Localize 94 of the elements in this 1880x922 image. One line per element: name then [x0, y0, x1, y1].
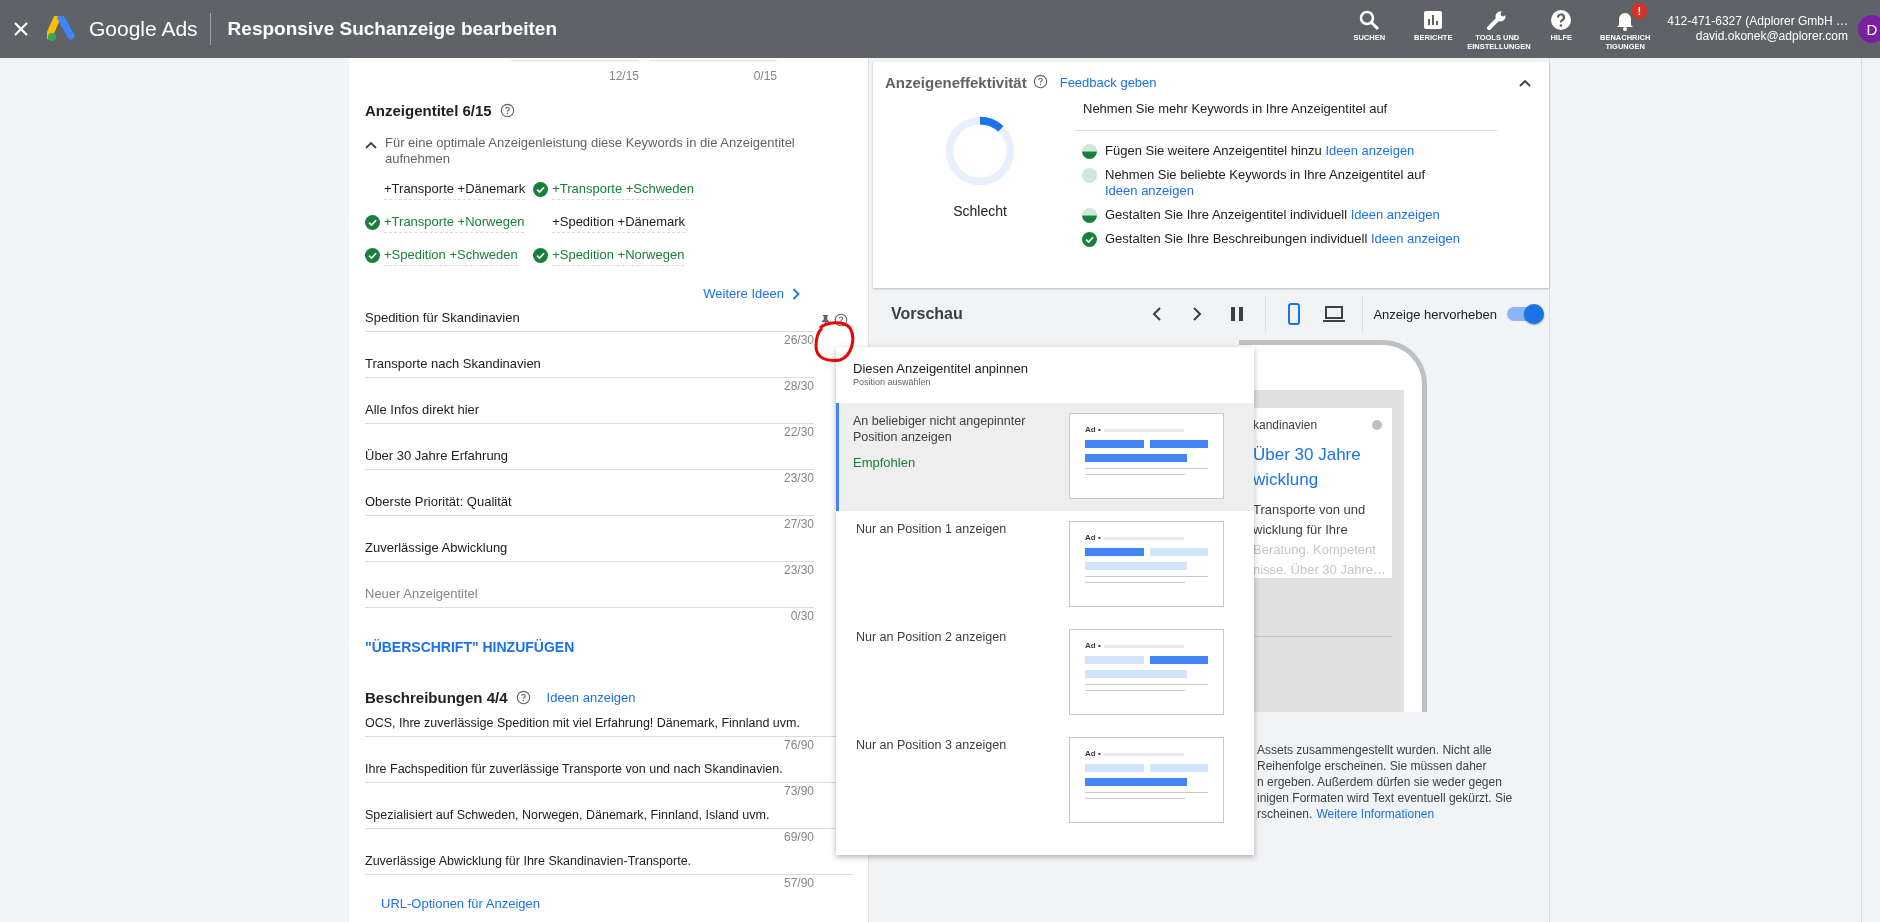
menu-subtitle: Position auswählen: [852, 377, 932, 387]
tip-text: Gestalten Sie Ihre Beschreibungen individuell: [1105, 231, 1368, 246]
ad-headline: Über 30 Jahre: [1253, 444, 1362, 466]
logo-icon: [47, 16, 77, 42]
close-icon[interactable]: [13, 21, 29, 37]
tip-text: Fügen Sie weitere Anzeigentitel hinzu: [1105, 143, 1322, 158]
add-headline-button[interactable]: "ÜBERSCHRIFT" HINZUFÜGEN: [365, 629, 575, 665]
check-icon: [1082, 232, 1097, 247]
keyword-chip[interactable]: +Transporte +Schweden: [552, 179, 695, 200]
keyword-chip[interactable]: +Spedition +Norwegen: [552, 245, 685, 266]
preview-title: Vorschau: [891, 305, 963, 323]
recommended-label: Empfohlen: [853, 455, 917, 470]
character-counter: 12/15: [511, 60, 639, 98]
status-icon: [1082, 168, 1097, 183]
ad-headline: wicklung: [1253, 469, 1320, 491]
note-text: Assets zusammengestellt wurden. Nicht alle: [1257, 742, 1493, 758]
status-icon: [1082, 208, 1097, 223]
character-counter: 28/30: [782, 378, 814, 393]
ideas-link[interactable]: Ideen anzeigen: [1105, 183, 1194, 198]
chevron-icon[interactable]: [365, 141, 377, 149]
character-counter: 27/30: [782, 516, 814, 531]
keyword-chip[interactable]: +Spedition +Dänemark: [552, 212, 686, 233]
headline-field[interactable]: Transporte nach Skandinavien: [365, 347, 814, 378]
character-counter: 23/30: [782, 562, 814, 577]
search-icon: [1357, 8, 1382, 32]
headline-field[interactable]: Zuverlässige Abwicklung: [365, 531, 814, 562]
keyword-hint: Für eine optimale Anzeigenleistung diese Keywords in die Anzeigentitel aufnehmen: [385, 135, 796, 167]
more-info-link[interactable]: Weitere Informationen: [1316, 806, 1435, 822]
rating-label: Schlecht: [953, 203, 1007, 219]
headline-field[interactable]: Neuer Anzeigentitel: [365, 577, 814, 608]
character-counter: 22/30: [782, 424, 814, 439]
keyword-chip[interactable]: +Spedition +Schweden: [384, 245, 518, 266]
character-counter: 0/30: [789, 608, 814, 623]
option-label: Nur an Position 2 anzeigen: [856, 629, 1008, 645]
ideas-link[interactable]: Ideen anzeigen: [1325, 143, 1415, 158]
ad-description: Beratung. Kompetent: [1253, 541, 1377, 559]
highlight-toggle[interactable]: [1507, 307, 1541, 321]
character-counter: 57/90: [782, 875, 814, 890]
ad-description: Transporte von und: [1253, 501, 1367, 519]
headline-field[interactable]: Spedition für Skandinavien: [365, 301, 814, 332]
product-name: Google Ads: [89, 17, 198, 41]
ad-label: Ad •: [1085, 533, 1101, 543]
character-counter: 73/90: [782, 783, 814, 798]
keyword-chip[interactable]: +Transporte +Dänemark: [384, 179, 526, 200]
notification-badge: !: [1631, 3, 1648, 19]
status-icon: [1082, 144, 1097, 159]
option-label: Nur an Position 3 anzeigen: [856, 737, 1008, 753]
ad-url: kandinavien: [1253, 418, 1318, 432]
menu-option[interactable]: Nur an Position 1 anzeigen Ad •: [836, 511, 1254, 619]
help-icon[interactable]: [499, 103, 515, 118]
card-title: Anzeigeneffektivität: [885, 74, 1027, 91]
note-text: rscheinen.: [1257, 806, 1313, 822]
help-icon: [1549, 8, 1574, 32]
menu-option[interactable]: An beliebiger nicht angepinnter Position anzeigen Empfohlen Ad •: [836, 403, 1254, 511]
avatar[interactable]: D: [1858, 15, 1880, 43]
character-counter: 69/90: [782, 829, 814, 844]
more-ideas-link[interactable]: Weitere Ideen: [703, 286, 784, 301]
character-counter: 76/90: [782, 737, 814, 752]
feedback-link[interactable]: Feedback geben: [1059, 75, 1157, 90]
tip-text: Nehmen Sie beliebte Keywords in Ihre Anzeigentitel auf: [1105, 167, 1426, 182]
ad-label: Ad •: [1085, 425, 1101, 435]
account-name: 412-471-6327 (Adplorer GmbH …: [1667, 14, 1848, 29]
top-tip: Nehmen Sie mehr Keywords in Ihre Anzeigentitel auf: [1075, 91, 1497, 131]
help-icon[interactable]: [515, 690, 531, 705]
ad-label: Ad •: [1085, 641, 1101, 651]
page-title: Responsive Suchanzeige bearbeiten: [227, 18, 558, 40]
ideas-link[interactable]: Ideen anzeigen: [1370, 231, 1460, 246]
headline-field[interactable]: Über 30 Jahre Erfahrung: [365, 439, 814, 470]
url-options-link[interactable]: URL-Optionen für Anzeigen: [381, 896, 540, 911]
note-text: inigen Formaten wird Text eventuell gekürzt. Sie: [1257, 790, 1514, 806]
menu-title: Diesen Anzeigentitel anpinnen: [852, 361, 1029, 377]
option-label: An beliebiger nicht angepinnter Position anzeigen: [853, 413, 1027, 445]
keyword-chip[interactable]: +Transporte +Norwegen: [384, 212, 525, 233]
toggle-label: Anzeige hervorheben: [1373, 306, 1497, 322]
chevron-icon[interactable]: [1519, 78, 1531, 87]
chevron-icon[interactable]: [792, 287, 800, 300]
tip-text: Gestalten Sie Ihre Anzeigentitel individuell: [1105, 207, 1348, 222]
headline-field[interactable]: Alle Infos direkt hier: [365, 393, 814, 424]
character-counter: 23/30: [782, 470, 814, 485]
ad-description: wicklung für Ihre: [1253, 521, 1349, 539]
help-icon[interactable]: [834, 313, 848, 327]
ideas-link[interactable]: Ideen anzeigen: [1350, 207, 1440, 222]
note-text: Reihenfolge erscheinen. Sie müssen daher: [1257, 758, 1488, 774]
option-label: Nur an Position 1 anzeigen: [856, 521, 1008, 537]
character-counter: 0/15: [649, 60, 777, 98]
help-icon[interactable]: [1032, 74, 1048, 89]
ad-label: Ad •: [1085, 749, 1101, 759]
section-title: Anzeigentitel 6/15: [365, 102, 492, 119]
character-counter: 26/30: [782, 332, 814, 347]
note-text: n ergeben. Außerdem dürfen sie weder gegen: [1257, 774, 1503, 790]
headline-field[interactable]: Oberste Priorität: Qualität: [365, 485, 814, 516]
section-title: Beschreibungen 4/4: [365, 689, 508, 706]
account-email: david.okonek@adplorer.com: [1695, 29, 1848, 44]
ideas-link[interactable]: Ideen anzeigen: [546, 690, 636, 705]
